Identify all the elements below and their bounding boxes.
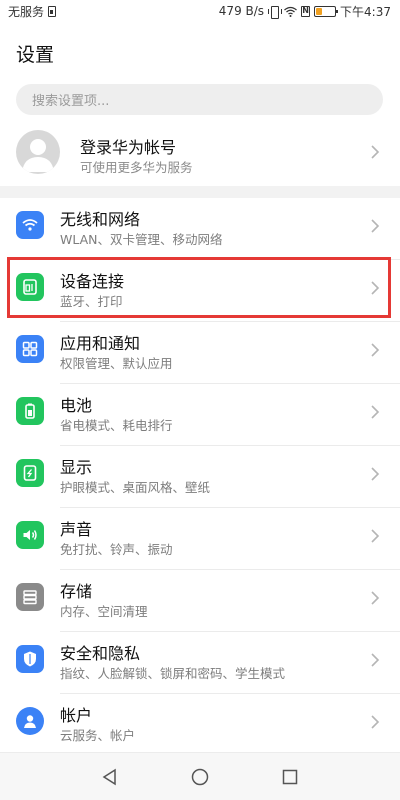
page-title: 设置 [16, 44, 55, 66]
settings-item-label: 安全和隐私 [60, 644, 141, 663]
settings-item-label: 设备连接 [60, 272, 125, 291]
settings-item-battery[interactable]: 电池 省电模式、耗电排行 [0, 384, 400, 446]
settings-item-accounts[interactable]: 帐户 云服务、帐户 [0, 694, 400, 756]
network-speed: 479 B/s [218, 4, 265, 18]
settings-item-subtitle: 云服务、帐户 [60, 728, 136, 743]
chevron-right-icon [371, 653, 380, 667]
chevron-right-icon [371, 715, 380, 729]
display-icon [16, 459, 44, 487]
back-icon [102, 768, 116, 786]
chevron-right-icon [371, 591, 380, 605]
wifi-signal-icon [284, 6, 297, 17]
chevron-right-icon [371, 343, 380, 357]
chevron-right-icon [371, 145, 380, 159]
settings-item-label: 无线和网络 [60, 210, 141, 229]
chevron-right-icon [371, 467, 380, 481]
search-input[interactable]: 搜索设置项... [16, 84, 383, 115]
settings-item-subtitle: 蓝牙、打印 [60, 294, 123, 309]
settings-item-device-connection[interactable]: 设备连接 蓝牙、打印 [0, 260, 400, 322]
account-title: 登录华为帐号 [80, 138, 177, 157]
settings-item-subtitle: 内存、空间清理 [60, 604, 148, 619]
settings-item-sound[interactable]: 声音 免打扰、铃声、振动 [0, 508, 400, 570]
settings-item-label: 应用和通知 [60, 334, 141, 353]
wifi-icon [16, 211, 44, 239]
storage-icon [16, 583, 44, 611]
apps-grid-icon [16, 335, 44, 363]
sound-icon [16, 521, 44, 549]
device-connection-icon [16, 273, 44, 301]
sim-icon [48, 5, 57, 17]
settings-item-label: 声音 [60, 520, 93, 539]
battery-status-icon [314, 5, 339, 17]
section-divider [0, 186, 400, 198]
settings-item-subtitle: 护眼模式、桌面风格、壁纸 [60, 480, 211, 495]
recents-button[interactable] [278, 765, 302, 789]
back-button[interactable] [98, 765, 122, 789]
navigation-bar [0, 752, 400, 800]
settings-item-subtitle: 免打扰、铃声、振动 [60, 542, 173, 557]
search-placeholder: 搜索设置项... [32, 94, 110, 109]
home-button[interactable] [188, 765, 212, 789]
settings-item-security-privacy[interactable]: 安全和隐私 指纹、人脸解锁、锁屏和密码、学生模式 [0, 632, 400, 694]
settings-item-apps-notifications[interactable]: 应用和通知 权限管理、默认应用 [0, 322, 400, 384]
avatar [16, 130, 60, 174]
account-subtitle: 可使用更多华为服务 [80, 160, 193, 175]
settings-item-subtitle: WLAN、双卡管理、移动网络 [60, 232, 223, 247]
home-icon [191, 768, 209, 786]
default-avatar-icon [22, 139, 54, 172]
status-left: 无服务 [8, 3, 57, 20]
status-bar: 无服务 479 B/s N 下午4:37 [0, 0, 400, 22]
settings-item-subtitle: 指纹、人脸解锁、锁屏和密码、学生模式 [60, 666, 286, 681]
settings-item-display[interactable]: 显示 护眼模式、桌面风格、壁纸 [0, 446, 400, 508]
shield-icon [16, 645, 44, 673]
settings-item-label: 显示 [60, 458, 93, 477]
settings-item-storage[interactable]: 存储 内存、空间清理 [0, 570, 400, 632]
status-right: 479 B/s N 下午4:37 [219, 3, 391, 20]
nfc-icon: N [301, 5, 311, 17]
carrier-text: 无服务 [8, 4, 45, 19]
settings-item-label: 帐户 [60, 706, 93, 725]
settings-item-label: 电池 [60, 396, 93, 415]
chevron-right-icon [371, 405, 380, 419]
settings-item-subtitle: 省电模式、耗电排行 [60, 418, 173, 433]
chevron-right-icon [371, 529, 380, 543]
battery-icon [16, 397, 44, 425]
vibrate-icon [268, 5, 283, 19]
settings-item-subtitle: 权限管理、默认应用 [60, 356, 173, 371]
recents-icon [282, 769, 298, 785]
account-icon [16, 707, 44, 735]
battery-level-fill [316, 7, 323, 15]
chevron-right-icon [371, 281, 380, 295]
clock-text: 下午4:37 [340, 4, 391, 19]
settings-item-wireless[interactable]: 无线和网络 WLAN、双卡管理、移动网络 [0, 198, 400, 260]
account-login-row[interactable]: 登录华为帐号 可使用更多华为服务 [0, 125, 400, 180]
chevron-right-icon [371, 219, 380, 233]
settings-item-label: 存储 [60, 582, 93, 601]
